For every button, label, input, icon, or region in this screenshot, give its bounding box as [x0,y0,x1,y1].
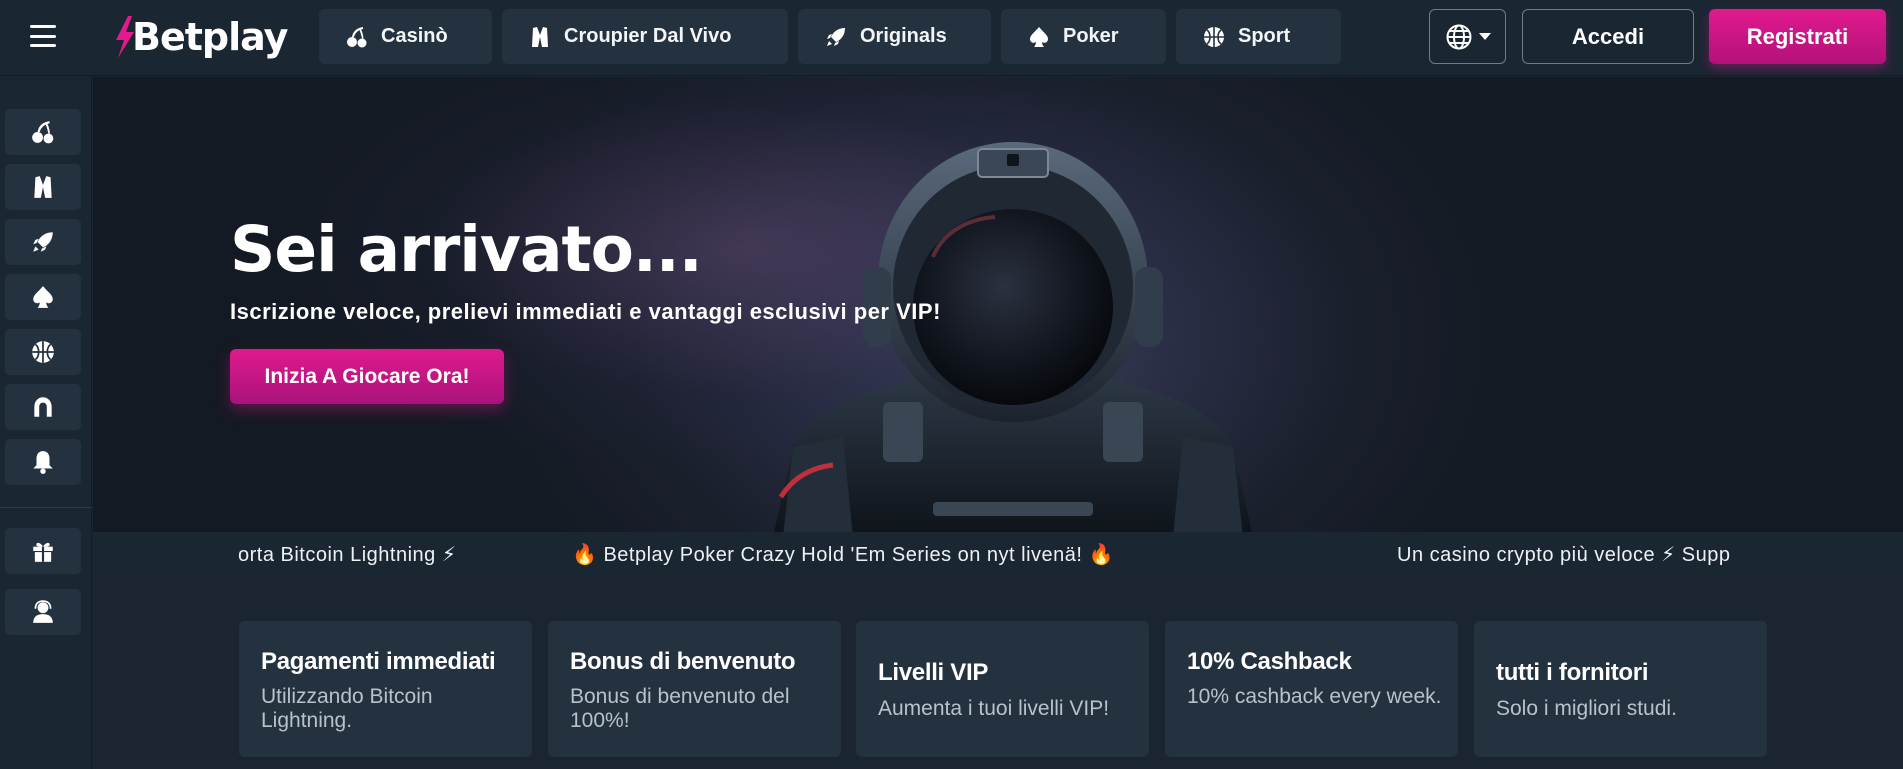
ticker-item[interactable]: orta Bitcoin Lightning ⚡ [238,542,456,567]
nav-label: Croupier Dal Vivo [564,25,732,47]
sidebar-item-notifications[interactable] [5,439,81,485]
bell-icon [33,451,53,474]
chevron-down-icon [1478,32,1491,40]
nav-sport[interactable]: Sport [1176,9,1341,64]
nav-label: Originals [860,25,947,47]
ticker-item[interactable]: Un casino crypto più veloce ⚡ Supp [1397,542,1730,567]
sidebar-item-originals[interactable] [5,219,81,265]
register-button[interactable]: Registrati [1709,9,1886,64]
feature-description: 10% cashback every week. [1187,685,1442,708]
sidebar [0,76,92,769]
feature-title: 10% Cashback [1187,648,1352,675]
feature-description: Bonus di benvenuto del 100%! [570,685,790,732]
nav-label: Poker [1063,25,1119,47]
sidebar-divider [0,507,92,508]
feature-title: Livelli VIP [878,659,989,686]
basketball-icon [32,341,54,363]
globe-icon [1446,24,1471,49]
feature-card-providers: tutti i fornitori Solo i migliori studi. [1474,621,1767,757]
hero-banner: Sei arrivato... Iscrizione veloce, preli… [93,77,1903,532]
sidebar-item-live-dealer[interactable] [5,164,81,210]
feature-card-welcome-bonus: Bonus di benvenuto Bonus di benvenuto de… [548,621,841,757]
sidebar-item-poker[interactable] [5,274,81,320]
sidebar-item-promotions[interactable] [5,528,81,574]
dealer-vest-icon [34,176,52,198]
spade-icon [1030,26,1048,47]
nav-originals[interactable]: Originals [798,9,991,64]
hero-title: Sei arrivato... [230,213,703,286]
sidebar-item-support[interactable] [5,589,81,635]
news-ticker: orta Bitcoin Lightning ⚡ 🔥 Betplay Poker… [93,532,1903,577]
ticker-item[interactable]: 🔥 Betplay Poker Crazy Hold 'Em Series on… [572,542,1114,567]
basketball-icon [1204,26,1224,47]
cherries-icon [347,26,367,47]
nav-label: Casinò [381,25,448,47]
top-bar: Betplay Casinò Croupier Dal Vivo Origina… [0,0,1903,76]
gift-icon [33,542,53,562]
feature-title: tutti i fornitori [1496,659,1649,686]
sidebar-item-sport[interactable] [5,329,81,375]
language-selector[interactable] [1429,9,1506,64]
feature-card-instant-payments: Pagamenti immediati Utilizzando Bitcoin … [239,621,532,757]
start-playing-button[interactable]: Inizia A Giocare Ora! [230,349,504,404]
dealer-vest-icon [532,26,548,47]
feature-description: Utilizzando Bitcoin Lightning. [261,685,433,732]
rocket-icon [827,27,845,46]
feature-card-cashback: 10% Cashback 10% cashback every week. [1165,621,1458,757]
main-nav: Casinò Croupier Dal Vivo Originals Poker [319,9,1341,64]
sidebar-item-racing[interactable] [5,384,81,430]
support-agent-icon [33,600,53,623]
nav-casino[interactable]: Casinò [319,9,492,64]
horseshoe-icon [34,397,52,417]
hamburger-menu-icon[interactable] [30,25,56,47]
feature-card-vip-levels: Livelli VIP Aumenta i tuoi livelli VIP! [856,621,1149,757]
betplay-logo[interactable]: Betplay [114,14,288,60]
cherries-icon [32,121,54,144]
astronaut-illustration [774,142,1252,532]
spade-icon [33,286,53,308]
sidebar-item-casino[interactable] [5,109,81,155]
hero-subtitle: Iscrizione veloce, prelievi immediati e … [230,299,941,324]
feature-title: Pagamenti immediati [261,648,496,675]
login-button[interactable]: Accedi [1522,9,1694,64]
feature-description: Solo i migliori studi. [1496,697,1677,720]
nav-poker[interactable]: Poker [1001,9,1166,64]
nav-label: Sport [1238,25,1291,47]
feature-title: Bonus di benvenuto [570,648,796,675]
rocket-icon [33,232,53,252]
logo-text: Betplay [132,15,288,59]
feature-description: Aumenta i tuoi livelli VIP! [878,697,1110,720]
nav-live-dealer[interactable]: Croupier Dal Vivo [502,9,788,64]
